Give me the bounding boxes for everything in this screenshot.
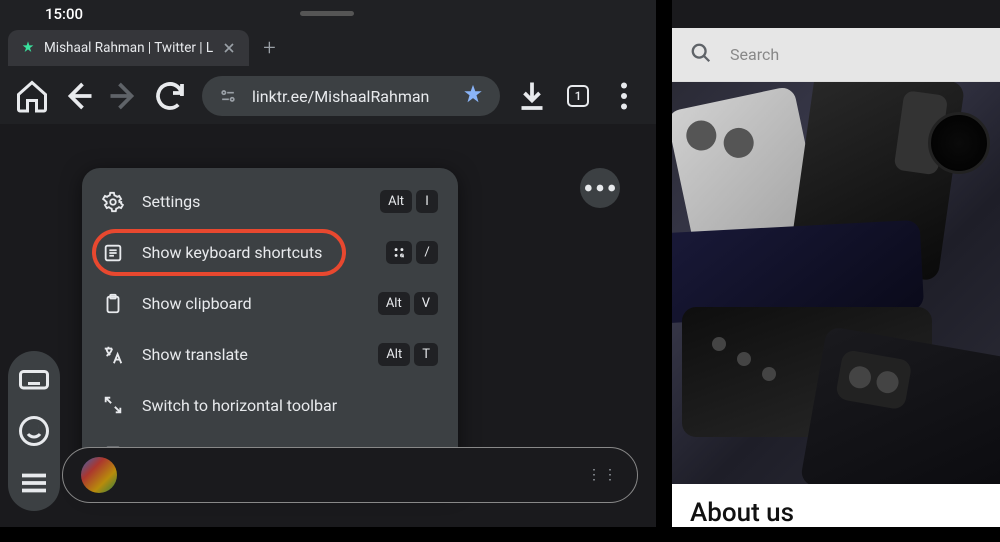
avatar bbox=[81, 457, 117, 493]
address-bar[interactable]: linktr.ee/MishaalRahman bbox=[202, 76, 500, 116]
shortcut-key: T bbox=[414, 343, 438, 366]
tab-switcher-button[interactable]: 1 bbox=[560, 78, 596, 114]
shortcut-key: Alt bbox=[380, 190, 412, 213]
url-text: linktr.ee/MishaalRahman bbox=[252, 87, 448, 106]
side-dock bbox=[8, 351, 60, 511]
expand-icon bbox=[102, 394, 124, 416]
menu-shortcut: AltI bbox=[380, 190, 438, 213]
voice-dots-icon[interactable]: ⋮⋮ bbox=[587, 467, 619, 483]
shortcut-key: V bbox=[414, 292, 438, 315]
status-bar: 15:00 bbox=[0, 0, 656, 28]
shortcut-key: / bbox=[416, 241, 438, 264]
back-button[interactable] bbox=[60, 78, 96, 114]
page-content: SettingsAltIShow keyboard shortcuts/Show… bbox=[0, 124, 656, 527]
right-status-bar bbox=[672, 0, 1000, 28]
menu-item-translate[interactable]: Show translate AltT bbox=[82, 329, 458, 380]
search-placeholder: Search bbox=[730, 45, 779, 64]
search-icon bbox=[690, 42, 712, 68]
menu-shortcut: AltT bbox=[378, 343, 438, 366]
translate-icon bbox=[102, 344, 124, 366]
shortcut-key bbox=[386, 241, 412, 264]
tab-count: 1 bbox=[567, 85, 589, 107]
window-drag-handle[interactable] bbox=[300, 11, 354, 16]
split-divider[interactable] bbox=[656, 0, 672, 527]
list-icon bbox=[102, 242, 124, 264]
menu-item-label: Settings bbox=[142, 192, 362, 211]
favicon-icon bbox=[20, 40, 36, 56]
clipboard-icon bbox=[102, 293, 124, 315]
forward-button[interactable] bbox=[106, 78, 142, 114]
shortcut-key: Alt bbox=[378, 292, 410, 315]
browser-tab[interactable]: Mishaal Rahman | Twitter | L bbox=[8, 30, 249, 66]
menu-shortcut: / bbox=[386, 241, 438, 264]
menu-item-label: Show keyboard shortcuts bbox=[142, 243, 368, 262]
toolbar: linktr.ee/MishaalRahman 1 bbox=[0, 68, 656, 124]
menu-item-gear[interactable]: Settings AltI bbox=[82, 176, 458, 227]
tab-title: Mishaal Rahman | Twitter | L bbox=[44, 40, 213, 56]
keyboard-icon[interactable] bbox=[16, 361, 52, 397]
reload-button[interactable] bbox=[152, 78, 188, 114]
search-bar[interactable]: Search bbox=[672, 28, 1000, 82]
menu-item-expand[interactable]: Switch to horizontal toolbar bbox=[82, 380, 458, 430]
emoji-icon[interactable] bbox=[16, 413, 52, 449]
menu-shortcut: AltV bbox=[378, 292, 438, 315]
page-heading: About us bbox=[672, 484, 1000, 542]
hero-image bbox=[672, 82, 1000, 484]
menu-item-label: Switch to horizontal toolbar bbox=[142, 396, 420, 415]
shortcut-key: Alt bbox=[378, 343, 410, 366]
home-button[interactable] bbox=[14, 78, 50, 114]
menu-item-list[interactable]: Show keyboard shortcuts / bbox=[82, 227, 458, 278]
tab-strip: Mishaal Rahman | Twitter | L + bbox=[0, 28, 656, 68]
input-bar[interactable]: ⋮⋮ bbox=[62, 447, 638, 503]
browser-window: 15:00 Mishaal Rahman | Twitter | L + lin… bbox=[0, 0, 656, 527]
menu-item-label: Show translate bbox=[142, 345, 360, 364]
menu-item-label: Show clipboard bbox=[142, 294, 360, 313]
right-app-window: Search About us bbox=[672, 0, 1000, 527]
clock: 15:00 bbox=[45, 5, 83, 23]
shortcut-key: I bbox=[416, 190, 438, 213]
close-tab-button[interactable] bbox=[221, 40, 237, 56]
context-menu: SettingsAltIShow keyboard shortcuts/Show… bbox=[82, 168, 458, 488]
page-more-button[interactable] bbox=[580, 168, 620, 208]
new-tab-button[interactable]: + bbox=[263, 36, 275, 61]
hamburger-icon[interactable] bbox=[16, 465, 52, 501]
download-button[interactable] bbox=[514, 78, 550, 114]
bookmark-star-icon[interactable] bbox=[462, 83, 484, 109]
menu-item-clipboard[interactable]: Show clipboard AltV bbox=[82, 278, 458, 329]
site-settings-icon[interactable] bbox=[218, 86, 238, 106]
gear-icon bbox=[102, 191, 124, 213]
overflow-menu-button[interactable] bbox=[606, 78, 642, 114]
